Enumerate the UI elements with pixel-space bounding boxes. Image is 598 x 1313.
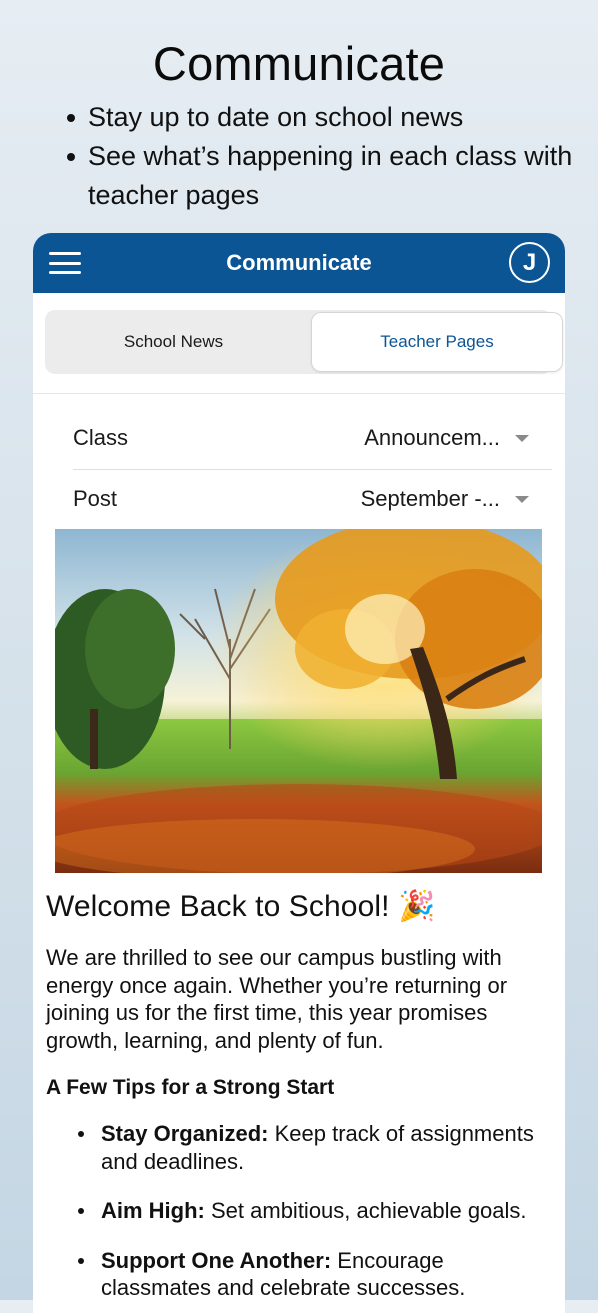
article: Welcome Back to School! 🎉 We are thrille… bbox=[46, 889, 551, 1313]
article-body: We are thrilled to see our campus bustli… bbox=[46, 945, 508, 1053]
app-bar: Communicate J bbox=[33, 233, 565, 293]
class-selector[interactable]: Class Announcem... bbox=[73, 409, 552, 470]
divider bbox=[33, 393, 565, 394]
tab-teacher-pages[interactable]: Teacher Pages bbox=[312, 313, 562, 371]
list-item: Support One Another: Encourage classmate… bbox=[78, 1247, 551, 1302]
tips-list: Stay Organized: Keep track of assignment… bbox=[46, 1120, 551, 1302]
chevron-down-icon bbox=[515, 496, 529, 503]
promo-bullet: See what’s happening in each class with … bbox=[64, 137, 584, 215]
avatar[interactable]: J bbox=[509, 242, 550, 283]
list-item: Stay Organized: Keep track of assignment… bbox=[78, 1120, 551, 1175]
list-item: Aim High: Set ambitious, achievable goal… bbox=[78, 1197, 551, 1225]
promo-title: Communicate bbox=[152, 37, 446, 90]
promo-bullet: Stay up to date on school news bbox=[64, 98, 584, 137]
tip-lead: Stay Organized: bbox=[101, 1121, 269, 1146]
app-screen: Communicate J School News Teacher Pages … bbox=[33, 233, 565, 1313]
class-value: Announcem... bbox=[364, 425, 500, 450]
post-value: September -... bbox=[360, 486, 500, 511]
tip-lead: Support One Another: bbox=[101, 1247, 332, 1273]
autumn-tree-image bbox=[55, 529, 542, 873]
chevron-down-icon bbox=[515, 435, 529, 442]
app-bar-title: Communicate bbox=[226, 250, 372, 275]
article-title: Welcome Back to School! 🎉 bbox=[46, 890, 436, 923]
tab-school-news[interactable]: School News bbox=[48, 313, 299, 371]
post-selector[interactable]: Post September -... bbox=[73, 470, 552, 530]
tips-heading: A Few Tips for a Strong Start bbox=[46, 1076, 335, 1099]
tip-text: Set ambitious, achievable goals. bbox=[204, 1198, 527, 1223]
promo-bullets: Stay up to date on school news See what’… bbox=[64, 98, 584, 215]
tip-lead: Aim High: bbox=[101, 1198, 205, 1223]
tab-switcher: School News Teacher Pages bbox=[45, 310, 562, 374]
class-label: Class bbox=[73, 425, 129, 450]
post-label: Post bbox=[73, 486, 118, 511]
